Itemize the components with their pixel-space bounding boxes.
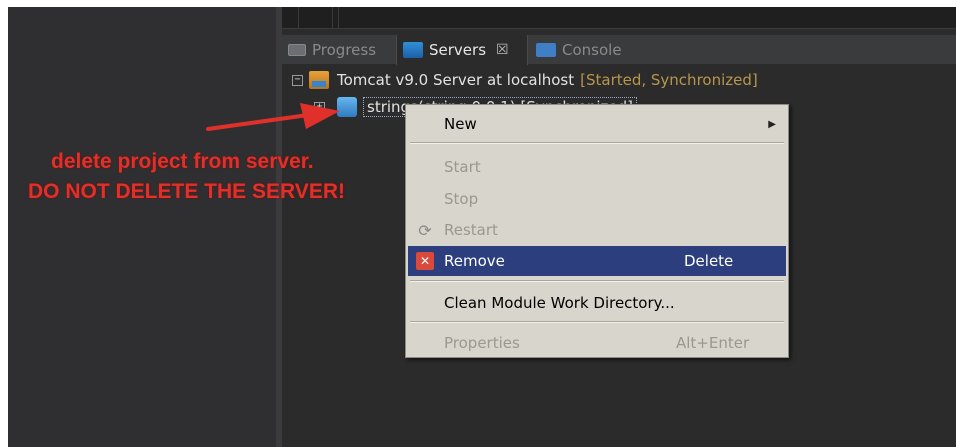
close-tab-icon[interactable]: ☒ <box>496 42 509 58</box>
tab-console[interactable]: Console <box>536 35 622 65</box>
collapse-icon[interactable]: − <box>292 74 303 86</box>
server-name: Tomcat v9.0 Server at localhost <box>337 71 575 89</box>
editor-gutter-line <box>298 7 299 29</box>
menu-item-label: New <box>444 115 477 133</box>
tab-servers-label: Servers <box>429 41 487 59</box>
editor-area[interactable] <box>282 7 956 29</box>
menu-item-label: Start <box>444 158 481 176</box>
menu-item-stop[interactable]: Stop <box>408 184 786 214</box>
menu-item-remove[interactable]: ✕ Remove Delete <box>408 246 786 276</box>
tab-progress-label: Progress <box>312 41 377 59</box>
left-panel <box>8 7 276 447</box>
menu-item-label: Remove <box>444 252 505 270</box>
server-status: [Started, Synchronized] <box>580 71 758 89</box>
menu-separator <box>410 280 784 282</box>
annotation-line-2: DO NOT DELETE THE SERVER! <box>28 180 345 203</box>
menu-item-restart[interactable]: ⟳ Restart <box>408 215 786 245</box>
submenu-arrow-icon: ▶ <box>768 118 776 130</box>
menu-item-label: Restart <box>444 221 498 239</box>
editor-gutter-line <box>338 7 339 29</box>
menu-item-accelerator: Delete <box>684 252 734 270</box>
annotation-arrow <box>206 103 340 131</box>
menu-item-new[interactable]: New ▶ <box>408 109 786 139</box>
tab-console-label: Console <box>562 41 622 59</box>
menu-item-properties[interactable]: Properties Alt+Enter <box>408 328 786 358</box>
progress-icon <box>288 44 306 56</box>
tree-row-server[interactable]: − Tomcat v9.0 Server at localhost [Start… <box>292 71 758 89</box>
menu-item-accelerator: Alt+Enter <box>676 334 750 352</box>
remove-icon: ✕ <box>416 252 434 270</box>
menu-item-label: Properties <box>444 334 520 352</box>
menu-item-label: Clean Module Work Directory... <box>444 294 675 312</box>
editor-gutter-line <box>332 7 333 29</box>
restart-icon: ⟳ <box>418 220 432 240</box>
view-tab-bar: Progress Servers ☒ Console <box>282 35 956 65</box>
tomcat-server-icon <box>309 71 329 89</box>
console-icon <box>536 43 556 57</box>
menu-item-clean-module-work-directory[interactable]: Clean Module Work Directory... <box>408 288 786 318</box>
menu-item-start[interactable]: Start <box>408 152 786 182</box>
tab-servers[interactable]: Servers ☒ <box>396 35 528 65</box>
tab-progress[interactable]: Progress <box>288 35 376 65</box>
annotation-line-1: delete project from server. <box>51 150 314 173</box>
servers-icon <box>403 42 423 58</box>
context-menu: New ▶ Start Stop ⟳ Restart ✕ Remove Dele… <box>405 104 789 358</box>
menu-separator <box>410 142 784 144</box>
menu-item-label: Stop <box>444 190 479 208</box>
menu-separator <box>410 321 784 323</box>
